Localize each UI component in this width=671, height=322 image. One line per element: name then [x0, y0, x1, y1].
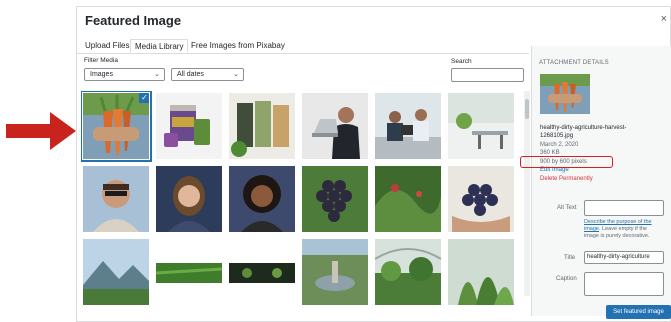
media-item-green-banner[interactable] — [156, 239, 222, 305]
caption-textarea[interactable] — [584, 272, 664, 296]
attachment-preview — [540, 74, 590, 114]
media-item-tropical-plants[interactable] — [448, 239, 514, 305]
dialog-title: Featured Image — [85, 13, 182, 28]
dimensions-highlight-box — [520, 156, 613, 168]
media-item-smiling-woman[interactable] — [156, 166, 222, 232]
attachment-filename: healthy-dirty-agriculture-harvest- 12681… — [540, 125, 627, 139]
alt-text-help-link-2[interactable]: image — [584, 226, 599, 232]
date-filter-value: All dates — [177, 71, 204, 78]
media-item-green-plants[interactable] — [375, 166, 441, 232]
alt-text-help-link[interactable]: Describe the purpose of the — [584, 219, 652, 225]
close-icon[interactable]: × — [661, 13, 667, 25]
media-item-product-bags[interactable] — [229, 93, 295, 159]
media-item-office-space[interactable] — [448, 93, 514, 159]
title-label: Title — [564, 255, 576, 261]
red-arrow-annotation — [6, 112, 76, 150]
tab-bar: Upload Files Media Library Free Images f… — [77, 37, 529, 54]
media-item-curly-woman[interactable] — [229, 166, 295, 232]
caption-label: Caption — [556, 276, 577, 282]
scrollbar-thumb[interactable] — [525, 99, 529, 119]
date-filter-select[interactable]: All dates ⌄ — [171, 68, 244, 81]
media-item-fountain[interactable] — [302, 239, 368, 305]
media-type-value: Images — [90, 71, 113, 78]
tab-media-library[interactable]: Media Library — [130, 39, 189, 53]
media-item-carrots[interactable]: ✓ — [81, 91, 152, 162]
attachment-date: March 2, 2020 — [540, 142, 579, 148]
media-grid-scrollbar[interactable] — [524, 91, 530, 296]
checkmark-icon[interactable]: ✓ — [139, 93, 149, 103]
chevron-down-icon: ⌄ — [154, 71, 160, 78]
chevron-down-icon: ⌄ — [233, 71, 239, 78]
alt-text-label: Alt Text — [557, 205, 577, 211]
set-featured-image-button[interactable]: Set featured image — [606, 305, 671, 319]
alt-text-description: Describe the purpose of the image. Leave… — [584, 219, 652, 239]
attachment-details-heading: ATTACHMENT DETAILS — [539, 60, 609, 66]
tab-upload-files[interactable]: Upload Files — [81, 39, 133, 53]
tab-free-images-pixabay[interactable]: Free Images from Pixabay — [187, 39, 289, 53]
title-input[interactable]: healthy-dirty-agriculture — [584, 251, 664, 264]
media-item-grapes-hands[interactable] — [448, 166, 514, 232]
media-item-supplements[interactable] — [156, 93, 222, 159]
media-item-grapes[interactable] — [302, 166, 368, 232]
media-grid: ✓ — [81, 91, 523, 321]
search-label: Search — [451, 58, 472, 65]
media-item-mountains[interactable] — [83, 239, 149, 305]
media-item-smiling-man[interactable] — [83, 166, 149, 232]
alt-text-input[interactable] — [584, 200, 664, 216]
media-item-dark-banner[interactable] — [229, 239, 295, 305]
search-input[interactable] — [451, 68, 524, 82]
media-item-man-laptop[interactable] — [302, 93, 368, 159]
media-type-select[interactable]: Images ⌄ — [84, 68, 165, 81]
filter-media-label: Filter Media — [84, 57, 118, 64]
delete-permanently-link[interactable]: Delete Permanently — [540, 175, 593, 183]
media-item-office-workers[interactable] — [375, 93, 441, 159]
media-item-greenhouse[interactable] — [375, 239, 441, 305]
